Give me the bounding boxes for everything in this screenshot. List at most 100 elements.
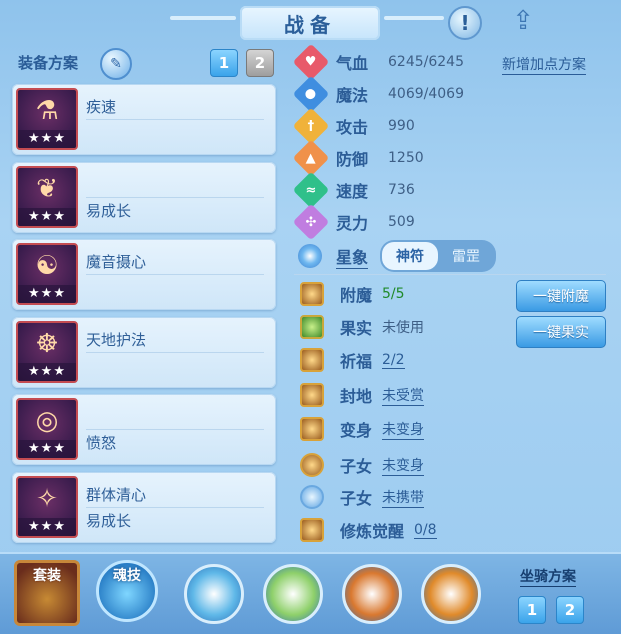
leaf-orb-icon[interactable] bbox=[263, 564, 323, 624]
mount-plan-label[interactable]: 坐骑方案 bbox=[520, 566, 576, 587]
bottom-divider bbox=[0, 552, 621, 554]
stat-row: ≈ 速度 736 bbox=[292, 171, 415, 209]
feature-value[interactable]: 未变身 bbox=[382, 455, 425, 476]
star-sign-option-shenfu[interactable]: 神符 bbox=[382, 242, 439, 270]
feature-row: 附魔 5/5 bbox=[300, 281, 405, 307]
sorcerer-icon-glyph: ☯ bbox=[35, 251, 59, 281]
title-wing-right bbox=[384, 16, 444, 20]
star-sign-label[interactable]: 星象 bbox=[336, 244, 369, 269]
stat-label: 攻击 bbox=[336, 118, 369, 137]
flame-orb-icon[interactable] bbox=[421, 564, 481, 624]
vine-icon-glyph: ❦ bbox=[36, 173, 58, 204]
mana-icon: ● bbox=[292, 75, 330, 113]
feature-row: 祈福 2/2 bbox=[300, 347, 405, 373]
stat-value: 4069/4069 bbox=[388, 86, 464, 102]
sword-icon: † bbox=[292, 107, 330, 145]
enchant-all-button[interactable]: 一键附魔 bbox=[516, 280, 606, 312]
stat-label: 气血 bbox=[336, 54, 369, 73]
feature-row: 子女 未携带 bbox=[300, 484, 425, 510]
shield-icon: ▲ bbox=[292, 139, 330, 177]
stat-row: ● 魔法 4069/4069 bbox=[292, 75, 464, 113]
skill-stars: ★★★ bbox=[18, 517, 76, 536]
speed-icon: ≈ bbox=[292, 171, 330, 209]
card-divider bbox=[86, 506, 264, 508]
skill-name: 愤怒 bbox=[86, 434, 117, 452]
stat-row: † 攻击 990 bbox=[292, 107, 415, 145]
skill-card[interactable]: ☯ ★★★ 魔音摄心 bbox=[12, 239, 276, 310]
card-divider bbox=[86, 274, 264, 275]
feature-label: 果实 bbox=[340, 319, 373, 338]
heart-icon: ♥ bbox=[292, 43, 330, 81]
feature-label: 祈福 bbox=[340, 352, 373, 371]
loadout-plan-1-button[interactable]: 1 bbox=[210, 49, 238, 77]
equipment-set-button[interactable]: 套装 bbox=[14, 560, 80, 626]
feature-label: 子女 bbox=[340, 457, 373, 476]
skill-stars: ★★★ bbox=[18, 440, 76, 458]
soul-skill-label: 魂技 bbox=[113, 568, 141, 584]
loadout-label: 装备方案 bbox=[18, 54, 79, 72]
feature-value[interactable]: 未携带 bbox=[382, 487, 425, 508]
edit-loadout-button[interactable]: ✎ bbox=[100, 48, 132, 80]
skill-name: 魔音摄心 bbox=[86, 253, 147, 271]
dragon-icon-glyph: ☸ bbox=[35, 328, 59, 359]
heart-icon-glyph: ♥ bbox=[305, 54, 317, 70]
skill-card[interactable]: ☸ ★★★ 天地护法 bbox=[12, 316, 276, 388]
sword-icon-glyph: † bbox=[307, 118, 315, 134]
feature-label: 变身 bbox=[340, 421, 373, 440]
speed-icon-glyph: ≈ bbox=[305, 182, 317, 198]
feature-row: 变身 未变身 bbox=[300, 416, 425, 442]
transform-icon[interactable] bbox=[300, 417, 324, 441]
child-icon[interactable] bbox=[300, 453, 324, 477]
mount-plan-2-button[interactable]: 2 bbox=[556, 596, 584, 624]
stat-row: ▲ 防御 1250 bbox=[292, 139, 424, 177]
alert-icon[interactable]: ! bbox=[448, 6, 482, 40]
pencil-icon: ✎ bbox=[110, 56, 122, 72]
fief-icon[interactable] bbox=[300, 383, 324, 407]
loadout-plan-2-button[interactable]: 2 bbox=[246, 49, 274, 77]
skill-sub-name: 易成长 bbox=[86, 511, 132, 530]
skill-card[interactable]: ⚗ ★★★ 疾速 bbox=[12, 84, 276, 155]
stat-label: 魔法 bbox=[336, 86, 369, 105]
feature-value[interactable]: 0/8 bbox=[414, 522, 437, 539]
skill-name: 易成长 bbox=[86, 201, 132, 220]
feature-label: 子女 bbox=[340, 489, 373, 508]
meditate-orb-icon[interactable] bbox=[184, 564, 244, 624]
feature-value[interactable]: 未受赏 bbox=[382, 385, 425, 406]
card-divider bbox=[86, 196, 264, 198]
feature-value[interactable]: 2/2 bbox=[382, 352, 405, 369]
card-divider bbox=[86, 429, 264, 430]
enchant-icon[interactable] bbox=[300, 282, 324, 306]
page-title: 战备 bbox=[240, 6, 380, 40]
feature-value[interactable]: 未变身 bbox=[382, 419, 425, 440]
share-icon[interactable]: ⇪ bbox=[508, 6, 538, 36]
ring-icon-glyph: ◎ bbox=[35, 406, 59, 436]
feature-row: 果实 未使用 bbox=[300, 314, 424, 340]
star-sign-icon bbox=[298, 244, 322, 268]
feature-value: 未使用 bbox=[382, 320, 425, 336]
skill-card[interactable]: ◎ ★★★ 愤怒 bbox=[12, 394, 276, 465]
stat-row: ✣ 灵力 509 bbox=[292, 203, 415, 241]
beast-orb-icon[interactable] bbox=[342, 564, 402, 624]
equipment-set-label: 套装 bbox=[33, 568, 61, 584]
mount-plan-1-button[interactable]: 1 bbox=[518, 596, 546, 624]
paw-icon[interactable] bbox=[300, 485, 324, 509]
skill-card[interactable]: ✧ ★★★ 群体清心 易成长 bbox=[12, 471, 276, 543]
fruit-all-button[interactable]: 一键果实 bbox=[516, 316, 606, 348]
section-divider bbox=[294, 274, 606, 275]
skill-card[interactable]: ❦ ★★★ 易成长 bbox=[12, 161, 276, 233]
card-divider bbox=[86, 351, 264, 353]
vine-icon: ❦ ★★★ bbox=[16, 165, 78, 228]
cultivation-icon[interactable] bbox=[300, 518, 324, 542]
star-sign-toggle: 神符 雷罡 bbox=[380, 240, 497, 272]
blessing-icon[interactable] bbox=[300, 348, 324, 372]
ring-icon: ◎ ★★★ bbox=[16, 398, 78, 460]
skill-name: 疾速 bbox=[86, 98, 117, 116]
add-stat-plan-link[interactable]: 新增加点方案 bbox=[502, 54, 586, 75]
star-sign-option-leigang[interactable]: 雷罡 bbox=[438, 242, 494, 270]
feature-row: 修炼觉醒 0/8 bbox=[300, 517, 437, 543]
fruit-icon[interactable] bbox=[300, 315, 324, 339]
soul-skill-button[interactable]: 魂技 bbox=[96, 560, 158, 622]
skill-stars: ★★★ bbox=[18, 362, 76, 381]
mage-icon: ✧ ★★★ bbox=[16, 475, 78, 538]
stat-label: 速度 bbox=[336, 182, 369, 201]
